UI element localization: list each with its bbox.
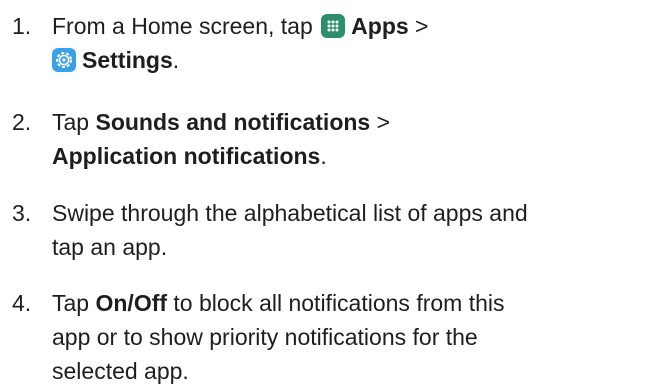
step-number: 1. bbox=[12, 13, 32, 39]
step-text: Tap Sounds and notifications > Applicati… bbox=[52, 105, 652, 173]
settings-gear-icon bbox=[52, 48, 76, 72]
step-text-segment: Tap bbox=[52, 109, 90, 135]
step-text-segment: From a Home screen, tap bbox=[52, 13, 313, 39]
step-text-line: selected app. bbox=[52, 358, 189, 384]
on-off-label: On/Off bbox=[95, 290, 168, 316]
step-text: From a Home screen, tap Apps > Settings. bbox=[52, 9, 652, 77]
step-text-segment: Tap bbox=[52, 290, 90, 316]
apps-grid-icon bbox=[321, 14, 346, 38]
separator: > bbox=[376, 109, 391, 135]
step-text-segment: to block all notifications from this bbox=[173, 290, 505, 316]
step-text: Swipe through the alphabetical list of a… bbox=[52, 196, 652, 264]
step-text-line: tap an app. bbox=[52, 234, 168, 260]
apps-label: Apps bbox=[351, 13, 409, 39]
period: . bbox=[172, 47, 180, 73]
step-number: 3. bbox=[12, 200, 32, 226]
step-text-line: Swipe through the alphabetical list of a… bbox=[52, 200, 528, 226]
settings-label: Settings bbox=[82, 47, 173, 73]
step-text-line: app or to show priority notifications fo… bbox=[52, 324, 478, 350]
step-number: 2. bbox=[12, 109, 32, 135]
application-notifications-label: Application notifications bbox=[52, 143, 321, 169]
separator: > bbox=[415, 13, 429, 39]
step-number: 4. bbox=[12, 290, 32, 316]
period: . bbox=[320, 143, 327, 169]
sounds-and-notifications-label: Sounds and notifications bbox=[95, 109, 371, 135]
step-text: Tap On/Off to block all notifications fr… bbox=[52, 286, 652, 388]
